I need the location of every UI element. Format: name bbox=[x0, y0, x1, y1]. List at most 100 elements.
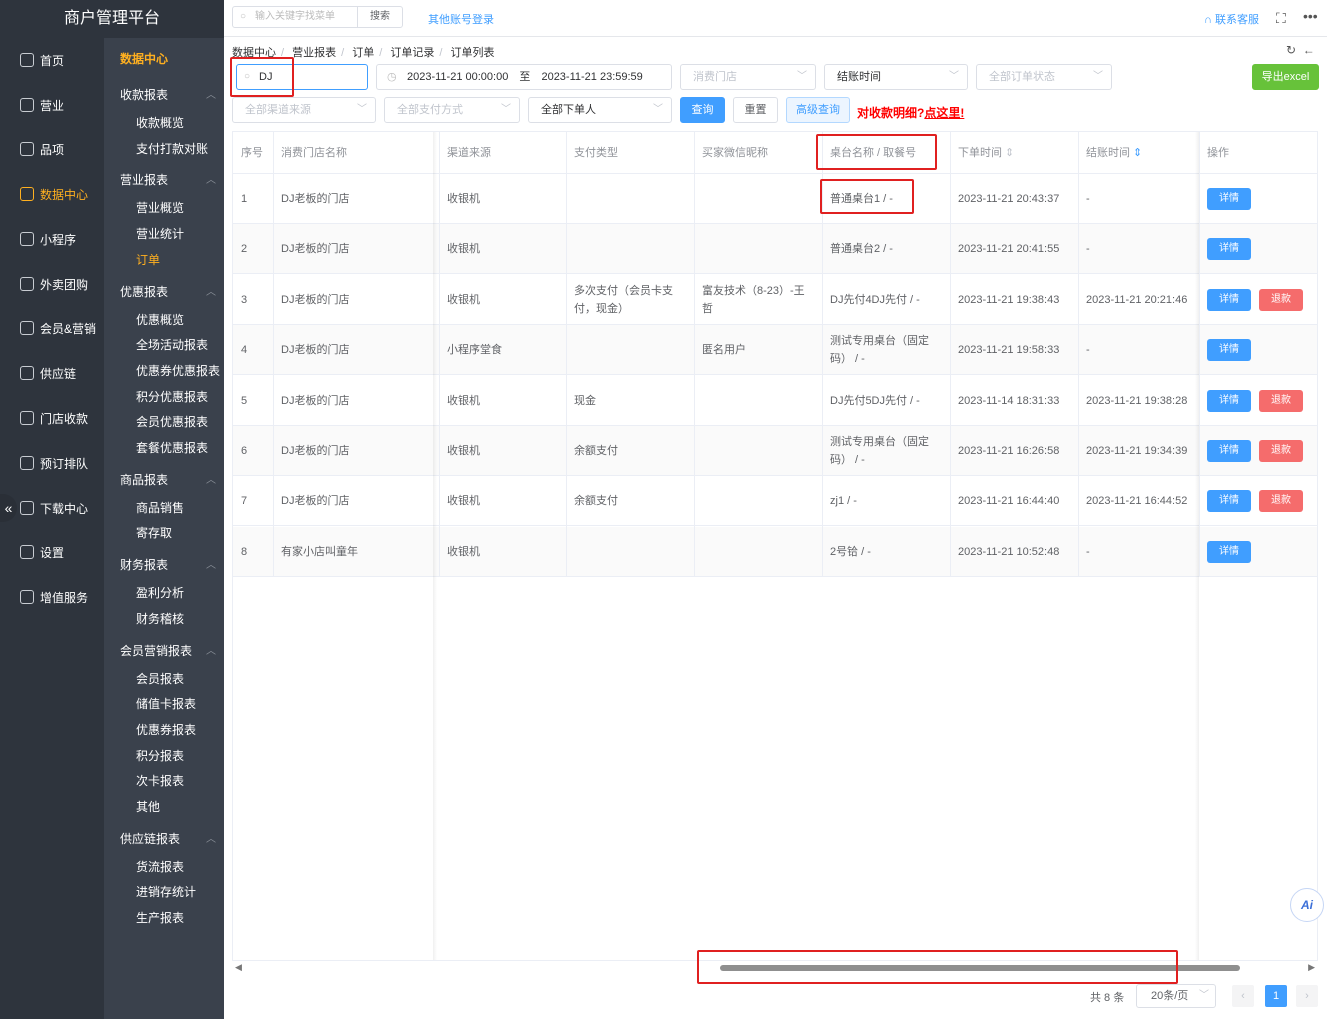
refresh-icon[interactable]: ↻ bbox=[1286, 43, 1296, 57]
chevron-down-icon: ﹀ bbox=[1199, 990, 1209, 1001]
sidebar-item[interactable]: 增值服务 bbox=[0, 575, 104, 619]
report-menu-item[interactable]: 优惠券报表 bbox=[136, 721, 196, 738]
detail-button[interactable]: 详情 bbox=[1207, 288, 1251, 311]
advanced-query-button[interactable]: 高级查询 bbox=[786, 97, 850, 123]
report-menu-item[interactable]: 订单 bbox=[136, 251, 160, 268]
cell-actions: 详情 退款 bbox=[1199, 426, 1317, 476]
report-menu-item[interactable]: 收款概览 bbox=[136, 114, 184, 131]
store-select[interactable]: 消费门店 ﹀ bbox=[680, 64, 816, 90]
sort-icon[interactable]: ⇕ bbox=[1130, 147, 1142, 159]
cell-actions: 详情 退款 bbox=[1199, 476, 1317, 526]
chevron-down-icon: ﹀ bbox=[357, 104, 367, 115]
cell-close-time: 2023-11-21 19:34:39 bbox=[1086, 445, 1188, 457]
report-menu-item[interactable]: 盈利分析 bbox=[136, 584, 184, 601]
sidebar-item[interactable]: 会员&营销 bbox=[0, 306, 104, 350]
detail-button[interactable]: 详情 bbox=[1207, 238, 1251, 261]
reset-button[interactable]: 重置 bbox=[733, 97, 778, 123]
detail-button[interactable]: 详情 bbox=[1207, 540, 1251, 563]
report-menu-item[interactable]: 寄存取 bbox=[136, 524, 172, 541]
export-excel-button[interactable]: 导出excel bbox=[1252, 64, 1319, 90]
sidebar-item[interactable]: 预订排队 bbox=[0, 441, 104, 485]
column-header[interactable]: 下单时间 ⇕ bbox=[950, 132, 1078, 174]
coin-icon bbox=[20, 411, 34, 425]
sidebar-item[interactable]: 品项 bbox=[0, 127, 104, 171]
report-group-header[interactable]: 优惠报表 ︿ bbox=[120, 283, 216, 300]
time-type-select[interactable]: 结账时间 ﹀ bbox=[824, 64, 968, 90]
breadcrumb-item[interactable]: 订单 bbox=[352, 47, 374, 59]
report-menu-item[interactable]: 支付打款对账 bbox=[136, 140, 208, 157]
detail-button[interactable]: 详情 bbox=[1207, 389, 1251, 412]
channel-select[interactable]: 全部渠道来源 ﹀ bbox=[232, 97, 376, 123]
detail-button[interactable]: 详情 bbox=[1207, 440, 1251, 462]
refund-button[interactable]: 退款 bbox=[1259, 490, 1303, 513]
sort-icon[interactable]: ⇕ bbox=[1002, 147, 1014, 159]
report-menu-item[interactable]: 生产报表 bbox=[136, 909, 184, 926]
report-menu-item[interactable]: 优惠概览 bbox=[136, 311, 184, 328]
report-group-header[interactable]: 商品报表 ︿ bbox=[120, 471, 216, 488]
cell-buyer bbox=[694, 527, 822, 577]
sidebar-item-label: 设置 bbox=[40, 545, 65, 560]
sidebar-item[interactable]: 门店收款 bbox=[0, 396, 104, 440]
report-menu-item[interactable]: 货流报表 bbox=[136, 858, 184, 875]
report-menu-item[interactable]: 积分优惠报表 bbox=[136, 388, 208, 405]
report-menu-item[interactable]: 其他 bbox=[136, 798, 160, 815]
report-menu-item[interactable]: 会员优惠报表 bbox=[136, 413, 208, 430]
report-group-header[interactable]: 营业报表 ︿ bbox=[120, 171, 216, 188]
refund-button[interactable]: 退款 bbox=[1259, 389, 1303, 412]
page-number[interactable]: 1 bbox=[1265, 985, 1287, 1007]
sidebar-item[interactable]: 数据中心 bbox=[0, 172, 104, 216]
back-icon[interactable]: ← bbox=[1303, 43, 1315, 57]
detail-button[interactable]: 详情 bbox=[1207, 339, 1251, 362]
report-group-header[interactable]: 收款报表 ︿ bbox=[120, 86, 216, 103]
report-menu-item[interactable]: 全场活动报表 bbox=[136, 336, 208, 353]
contact-support-link[interactable]: ∩ 联系客服 bbox=[1204, 11, 1259, 27]
report-group-header[interactable]: 会员营销报表 ︿ bbox=[120, 642, 216, 659]
report-menu-item[interactable]: 积分报表 bbox=[136, 747, 184, 764]
menu-search-button[interactable]: 搜索 bbox=[357, 6, 403, 28]
query-button[interactable]: 查询 bbox=[680, 97, 725, 123]
sidebar-item[interactable]: 小程序 bbox=[0, 217, 104, 261]
fullscreen-icon[interactable]: ⛶ bbox=[1276, 10, 1286, 27]
sidebar-item[interactable]: 首页 bbox=[0, 38, 104, 82]
report-menu-item[interactable]: 储值卡报表 bbox=[136, 695, 196, 712]
report-menu-item[interactable]: 营业统计 bbox=[136, 225, 184, 242]
scroll-left-icon[interactable]: ◀ bbox=[235, 962, 242, 973]
chevron-down-icon: ﹀ bbox=[1093, 71, 1103, 82]
report-menu-item[interactable]: 次卡报表 bbox=[136, 772, 184, 789]
payment-select[interactable]: 全部支付方式 ﹀ bbox=[384, 97, 520, 123]
breadcrumb-item[interactable]: 订单记录 bbox=[390, 47, 434, 59]
refund-button[interactable]: 退款 bbox=[1259, 440, 1303, 462]
report-group-header[interactable]: 财务报表 ︿ bbox=[120, 556, 216, 573]
home-icon bbox=[20, 53, 34, 67]
report-menu-item[interactable]: 营业概览 bbox=[136, 199, 184, 216]
column-header[interactable]: 结账时间 ⇕ bbox=[1078, 132, 1199, 174]
detail-button[interactable]: 详情 bbox=[1207, 490, 1251, 513]
orderer-select[interactable]: 全部下单人 ﹀ bbox=[528, 97, 672, 123]
report-menu-item[interactable]: 套餐优惠报表 bbox=[136, 439, 208, 456]
page-size-select[interactable]: 20条/页 ﹀ bbox=[1136, 984, 1216, 1008]
other-account-login-link[interactable]: 其他账号登录 bbox=[428, 11, 494, 27]
report-menu-item[interactable]: 会员报表 bbox=[136, 670, 184, 687]
sidebar-item[interactable]: 设置 bbox=[0, 530, 104, 574]
detail-button[interactable]: 详情 bbox=[1207, 188, 1251, 210]
report-group-header[interactable]: 供应链报表 ︿ bbox=[120, 830, 216, 847]
more-icon[interactable]: ••• bbox=[1303, 8, 1318, 24]
breadcrumb-item[interactable]: 营业报表 bbox=[292, 47, 336, 59]
next-page-button[interactable]: › bbox=[1296, 985, 1318, 1007]
prev-page-button[interactable]: ‹ bbox=[1232, 985, 1254, 1007]
ai-assistant-button[interactable]: Ai bbox=[1290, 888, 1324, 922]
date-range-picker[interactable]: ◷ 2023-11-21 00:00:00 至 2023-11-21 23:59… bbox=[376, 64, 672, 90]
sidebar-item[interactable]: 供应链 bbox=[0, 351, 104, 395]
sidebar-item[interactable]: 营业 bbox=[0, 83, 104, 127]
click-here-link[interactable]: 点这里! bbox=[924, 106, 964, 120]
menu-search-input[interactable]: ○ 输入关键字找菜单 bbox=[232, 6, 358, 28]
chevron-up-icon: ︿ bbox=[206, 833, 216, 845]
report-menu-item[interactable]: 商品销售 bbox=[136, 499, 184, 516]
order-status-select[interactable]: 全部订单状态 ﹀ bbox=[976, 64, 1112, 90]
sidebar-item[interactable]: 外卖团购 bbox=[0, 262, 104, 306]
scroll-right-icon[interactable]: ▶ bbox=[1308, 962, 1315, 973]
report-menu-item[interactable]: 进销存统计 bbox=[136, 883, 196, 900]
report-menu-item[interactable]: 优惠券优惠报表 bbox=[136, 362, 220, 379]
refund-button[interactable]: 退款 bbox=[1259, 288, 1303, 311]
report-menu-item[interactable]: 财务稽核 bbox=[136, 610, 184, 627]
